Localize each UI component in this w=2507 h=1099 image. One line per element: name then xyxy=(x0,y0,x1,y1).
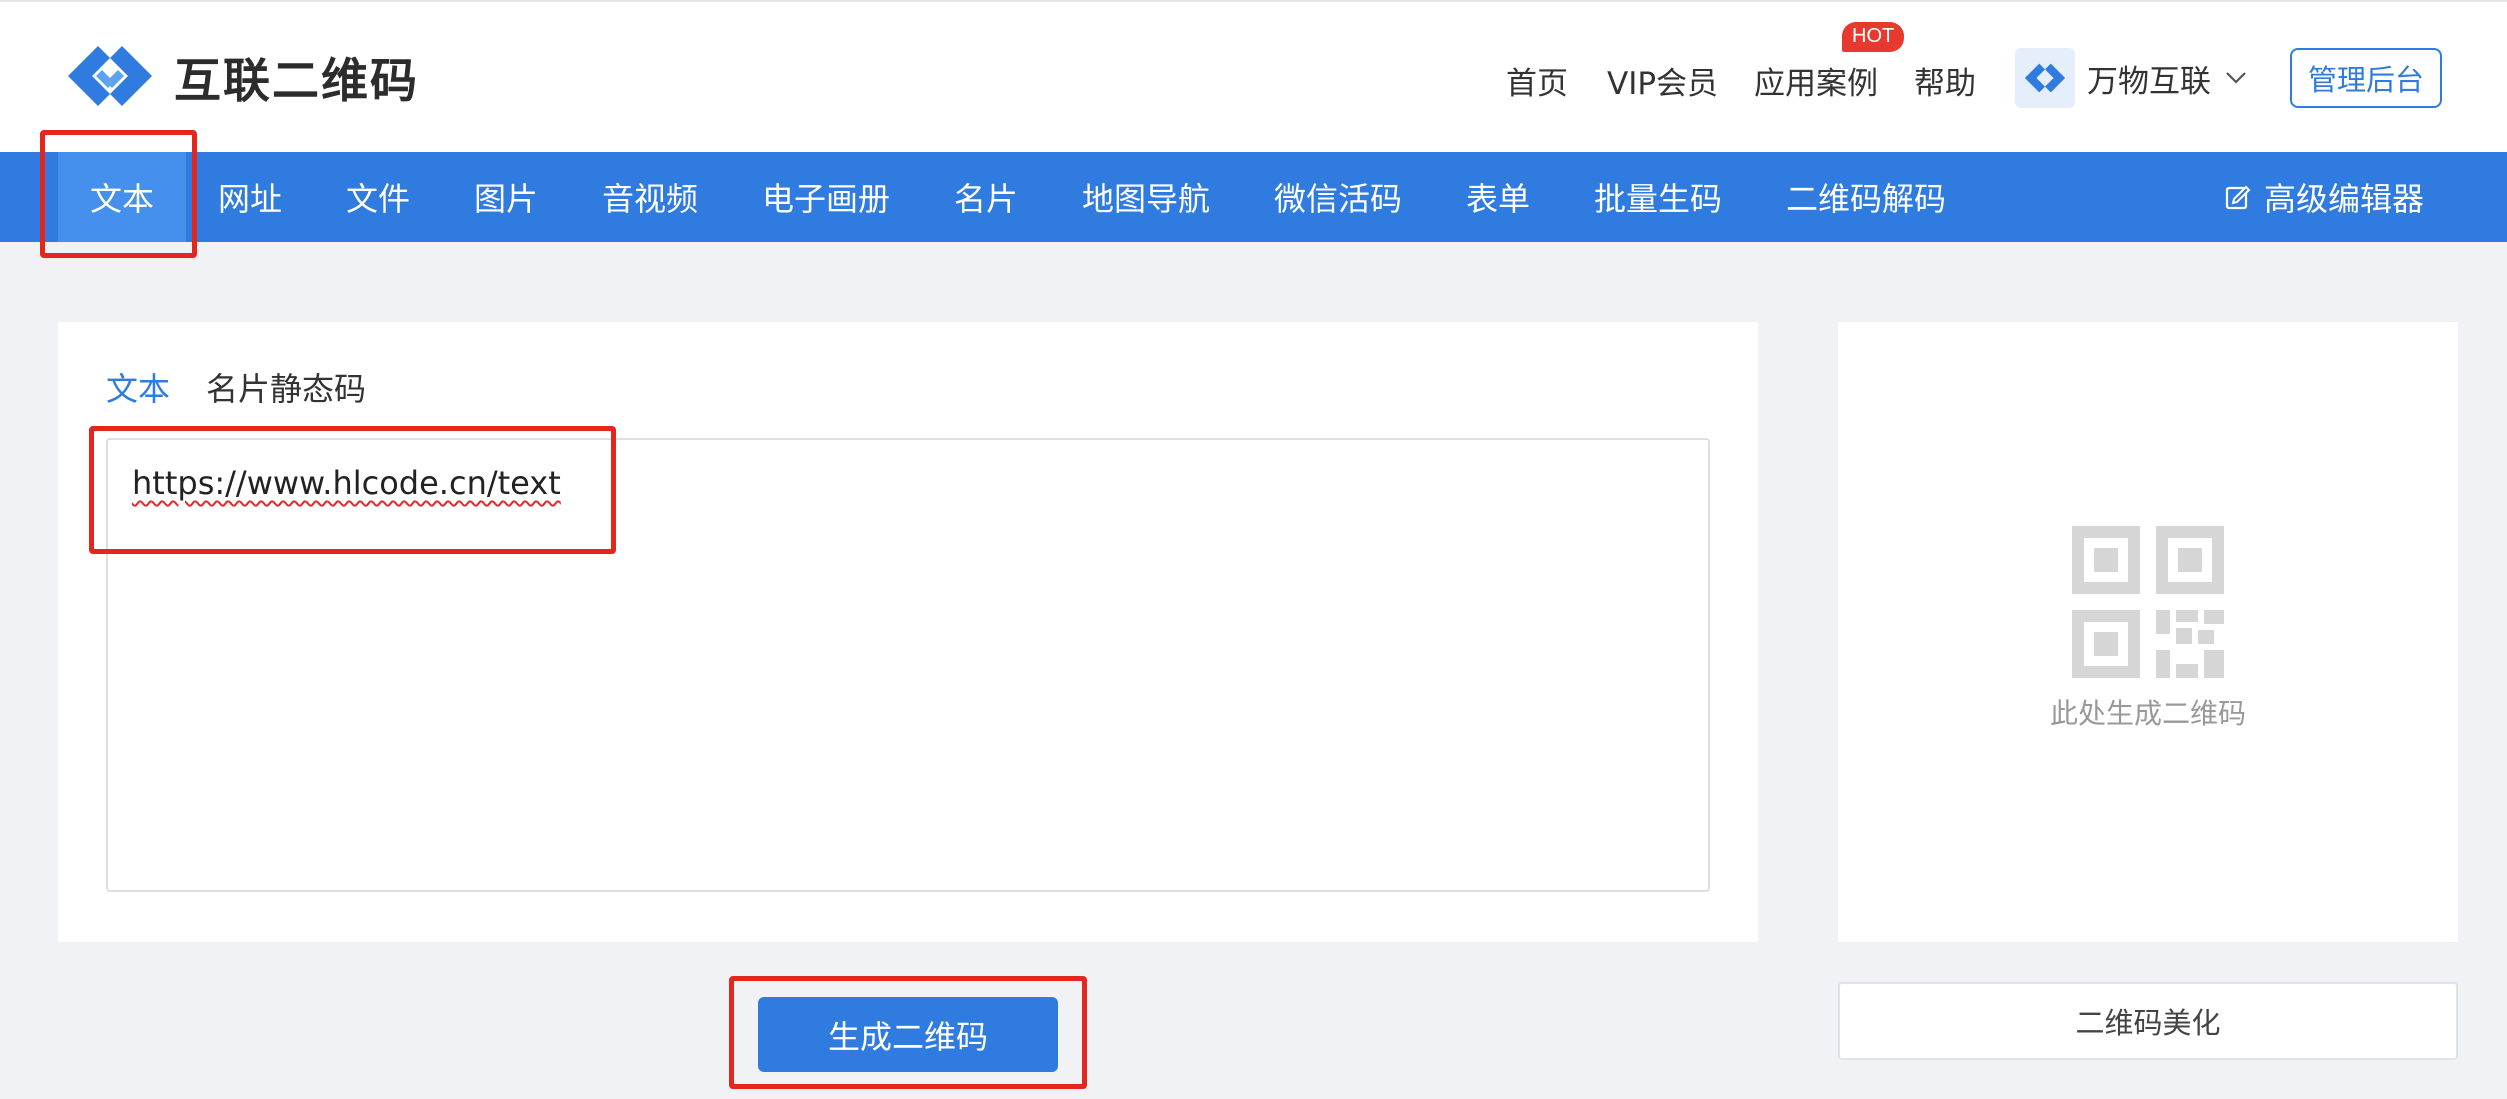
topnav-vip[interactable]: VIP会员 xyxy=(1607,58,1718,103)
editor-subtabs: 文本 名片静态码 xyxy=(106,364,402,410)
site-logo[interactable]: 互联二维码 xyxy=(62,40,419,112)
annotation-frame-button xyxy=(729,976,1087,1089)
account-menu[interactable]: 万物互联 xyxy=(2015,48,2247,108)
topnav-home[interactable]: 首页 xyxy=(1506,58,1568,103)
topnav-cases[interactable]: 应用案例 xyxy=(1754,58,1878,103)
advanced-editor-label: 高级编辑器 xyxy=(2264,180,2425,218)
qr-placeholder-icon xyxy=(2072,526,2224,678)
subtab-static-card[interactable]: 名片静态码 xyxy=(206,364,366,410)
hot-badge: HOT xyxy=(1842,22,1905,52)
qr-preview-panel: 此处生成二维码 xyxy=(1838,322,2458,942)
advanced-editor-link[interactable]: 高级编辑器 xyxy=(2224,152,2424,242)
annotation-frame-input xyxy=(89,426,616,554)
tab-card[interactable]: 名片 xyxy=(954,152,1018,242)
tab-decode[interactable]: 二维码解码 xyxy=(1786,152,1946,242)
admin-button[interactable]: 管理后台 xyxy=(2290,48,2442,108)
editor-card: 文本 名片静态码 https://www.hlcode.cn/text xyxy=(58,322,1758,942)
avatar xyxy=(2015,48,2075,108)
account-name: 万物互联 xyxy=(2087,63,2211,100)
account-logo-icon xyxy=(2024,63,2066,93)
edit-icon xyxy=(2225,185,2251,210)
tab-image[interactable]: 图片 xyxy=(474,152,538,242)
topnav-help[interactable]: 帮助 xyxy=(1914,58,1976,103)
hlcode-logo-icon xyxy=(68,46,152,106)
tab-audio-video[interactable]: 音视频 xyxy=(602,152,698,242)
annotation-frame-tab xyxy=(40,130,197,258)
subtab-text[interactable]: 文本 xyxy=(106,364,170,410)
site-header: 互联二维码 首页 VIP会员 应用案例 HOT 帮助 万物互联 管理后台 xyxy=(0,0,2507,152)
tab-file[interactable]: 文件 xyxy=(346,152,410,242)
type-tabs: 文本 网址 文件 图片 音视频 电子画册 名片 地图导航 微信活码 表单 批量生… xyxy=(0,152,2507,242)
tab-wechat[interactable]: 微信活码 xyxy=(1274,152,1402,242)
qr-beautify-button[interactable]: 二维码美化 xyxy=(1838,982,2458,1060)
tab-form[interactable]: 表单 xyxy=(1466,152,1530,242)
tab-url[interactable]: 网址 xyxy=(218,152,282,242)
qr-placeholder-caption: 此处生成二维码 xyxy=(2049,697,2246,730)
tab-batch[interactable]: 批量生码 xyxy=(1594,152,1722,242)
tab-map[interactable]: 地图导航 xyxy=(1082,152,1210,242)
tab-ebook[interactable]: 电子画册 xyxy=(762,152,890,242)
chevron-down-icon xyxy=(2226,72,2246,84)
logo-text: 互联二维码 xyxy=(174,53,419,109)
